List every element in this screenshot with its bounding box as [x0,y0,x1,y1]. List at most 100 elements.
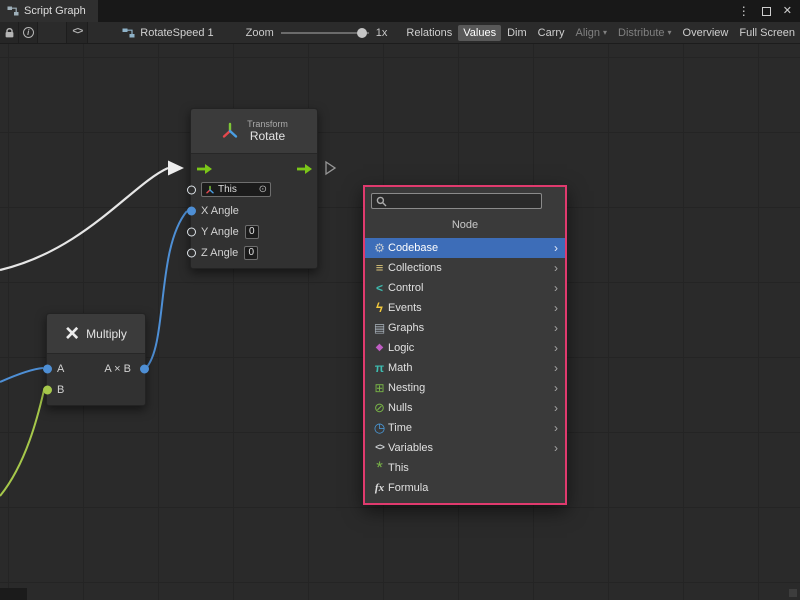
formula-icon: fx [371,478,388,498]
window-controls: ⋮ ✕ [738,0,800,22]
align-button[interactable]: Align ▾ [571,25,612,41]
finder-header: Node [365,219,565,231]
node-title: Rotate [247,129,288,143]
node-transform-rotate[interactable]: Transform Rotate [190,108,318,269]
search-icon [376,196,387,207]
zoom-control: Zoom 1x [246,27,388,39]
port-label: B [57,384,64,396]
zoom-label: Zoom [246,27,274,39]
maximize-icon[interactable] [762,7,771,16]
chevron-right-icon: › [549,361,561,375]
node-finder-popup: Node ⚙ Codebase › ≡ Collections › < Cont… [363,185,567,505]
info-button[interactable]: i [19,22,38,44]
port-y-angle[interactable] [187,227,196,236]
list-icon: ≡ [371,258,388,278]
close-icon[interactable]: ✕ [783,6,792,17]
finder-item-time[interactable]: ◷ Time › [365,418,565,438]
finder-item-variables[interactable]: <> Variables › [365,438,565,458]
graph-canvas[interactable]: Transform Rotate [0,44,800,600]
port-z-angle[interactable] [187,248,196,257]
port-label: Z Angle [201,247,238,259]
finder-search-box[interactable] [371,193,542,209]
node-title: Multiply [86,327,127,341]
overview-button[interactable]: Overview [678,25,734,41]
multiply-icon: × [65,322,79,346]
finder-item-collections[interactable]: ≡ Collections › [365,258,565,278]
zoom-slider-track[interactable] [281,32,369,34]
distribute-button[interactable]: Distribute ▾ [613,25,676,41]
finder-item-codebase[interactable]: ⚙ Codebase › [365,238,565,258]
folder-icon: ▤ [371,318,388,338]
null-icon: ⊘ [371,398,388,418]
graph-breadcrumb[interactable]: RotateSpeed 1 [122,27,213,39]
node-multiply[interactable]: × Multiply A A × B B [46,313,146,406]
port-this[interactable] [187,185,196,194]
lock-icon [4,27,15,39]
code-view-button[interactable]: <> [66,22,88,44]
fullscreen-button[interactable]: Full Screen [734,25,800,41]
flow-output-triangle-icon [326,162,335,174]
port-result[interactable] [140,364,149,373]
resize-grip[interactable] [789,589,797,597]
value-wire-multiply-to-xangle[interactable] [146,211,187,368]
distribute-label: Distribute [618,27,664,39]
dock-corner [0,588,27,600]
window-menu-icon[interactable]: ⋮ [738,5,750,17]
script-graph-icon [7,5,19,17]
finder-item-nulls[interactable]: ⊘ Nulls › [365,398,565,418]
tab-script-graph[interactable]: Script Graph [0,0,98,22]
finder-item-logic[interactable]: ◆ Logic › [365,338,565,358]
port-x-angle[interactable] [187,206,196,215]
finder-item-nesting[interactable]: ⊞ Nesting › [365,378,565,398]
port-row-x-angle: X Angle [191,200,317,221]
finder-item-this[interactable]: * This [365,458,565,478]
graph-icon [122,27,135,39]
values-button[interactable]: Values [458,25,501,41]
zoom-slider[interactable] [281,27,369,39]
toolbar-buttons: Relations Values Dim Carry Align ▾ Distr… [401,25,800,41]
y-angle-input[interactable]: 0 [245,225,259,239]
node-header[interactable]: Transform Rotate [191,109,317,154]
finder-item-events[interactable]: ϟ Events › [365,298,565,318]
finder-item-graphs[interactable]: ▤ Graphs › [365,318,565,338]
value-wire-to-b[interactable] [0,390,44,496]
finder-search-input[interactable] [390,195,537,207]
chevron-right-icon: › [549,241,561,255]
relations-button[interactable]: Relations [401,25,457,41]
chevron-right-icon: › [549,381,561,395]
gear-icon: ⚙ [371,238,388,258]
dim-button[interactable]: Dim [502,25,532,41]
finder-item-control[interactable]: < Control › [365,278,565,298]
chevron-right-icon: › [549,401,561,415]
zoom-value: 1x [376,27,388,39]
node-body: This ⊙ X Angle Y Angle 0 Z Angle 0 [191,154,317,268]
flow-wire[interactable] [0,168,168,270]
port-row-y-angle: Y Angle 0 [191,221,317,242]
chevron-right-icon: › [549,321,561,335]
port-label: A [57,363,64,375]
object-picker-icon[interactable]: ⊙ [259,185,267,195]
pi-icon: π [371,358,388,378]
flow-input-port[interactable] [197,163,213,175]
flow-output-port[interactable] [297,163,313,175]
zoom-slider-knob[interactable] [357,28,367,38]
lightning-icon: ϟ [371,298,388,318]
graph-name: RotateSpeed 1 [140,27,213,39]
node-header[interactable]: × Multiply [47,314,145,354]
port-row-b: B [47,379,145,400]
lock-button[interactable] [0,22,19,44]
node-body: A A × B B [47,354,145,405]
align-label: Align [576,27,600,39]
z-angle-input[interactable]: 0 [244,246,258,260]
finder-item-formula[interactable]: fx Formula [365,478,565,498]
finder-item-math[interactable]: π Math › [365,358,565,378]
port-b[interactable] [43,385,52,394]
node-category: Transform [247,119,288,129]
transform-axis-icon [220,121,240,141]
value-wire-to-a[interactable] [0,368,43,382]
flow-row [191,158,317,179]
carry-button[interactable]: Carry [533,25,570,41]
branch-icon: < [371,278,388,298]
port-a[interactable] [43,364,52,373]
this-object-field[interactable]: This ⊙ [201,182,271,197]
